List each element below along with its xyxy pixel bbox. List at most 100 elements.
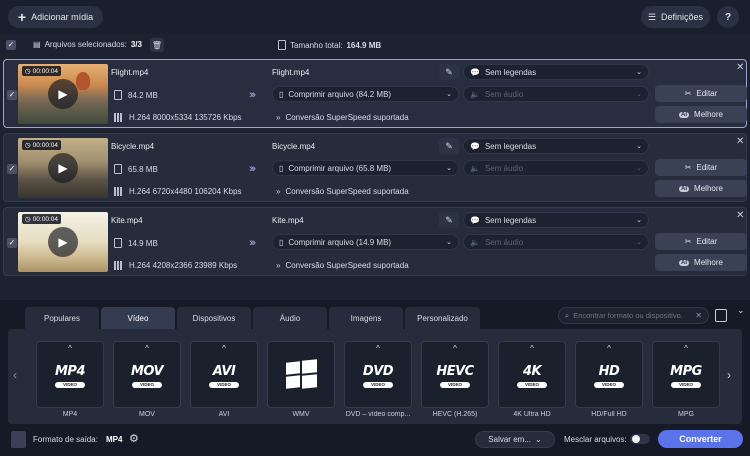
play-icon[interactable]: ▶ <box>48 227 78 257</box>
edit-button[interactable]: ✂ Editar <box>655 233 747 250</box>
edit-button[interactable]: ✂ Editar <box>655 85 747 102</box>
format-tile-mp4[interactable]: ^ MP4 VIDEO <box>36 341 104 408</box>
format-search-field[interactable]: ⌕ ✕ <box>558 307 709 324</box>
superspeed-label: Conversão SuperSpeed suportada <box>285 187 409 196</box>
windows-logo-icon <box>286 359 318 390</box>
format-tile-4k[interactable]: ^ 4K VIDEO <box>498 341 566 408</box>
clear-icon[interactable]: ✕ <box>695 311 702 320</box>
chevron-up-icon: ^ <box>530 344 534 353</box>
trash-icon[interactable]: 🗑 <box>150 38 164 52</box>
edit-button[interactable]: ✂ Editar <box>655 159 747 176</box>
chevron-up-icon: ^ <box>376 344 380 353</box>
duration-badge: ◷ 00:00:04 <box>22 214 61 224</box>
format-tile-avi[interactable]: ^ AVI VIDEO <box>190 341 258 408</box>
output-file-name[interactable]: Bicycle.mp4 <box>272 142 315 151</box>
chevron-left-icon[interactable]: ‹ <box>13 368 17 382</box>
gear-icon[interactable]: ⚙ <box>129 432 139 445</box>
pencil-icon[interactable]: ✎ <box>439 64 459 80</box>
close-icon[interactable]: ✕ <box>736 210 744 221</box>
subtitles-value: Sem legendas <box>484 67 537 77</box>
enhance-button[interactable]: AI Melhore <box>655 106 747 123</box>
format-tile-hevc[interactable]: ^ HEVC VIDEO <box>421 341 489 408</box>
help-button[interactable]: ? <box>717 6 739 28</box>
duration-value: 00:00:04 <box>32 141 58 149</box>
video-thumbnail[interactable]: ◷ 00:00:04 ▶ <box>18 138 108 198</box>
row-checkbox[interactable]: ✓ <box>7 238 17 248</box>
convert-button[interactable]: Converter <box>658 430 743 448</box>
merge-files-label: Mesclar arquivos: <box>564 435 627 444</box>
audio-dropdown[interactable]: 🔈 Sem áudio ⌄ <box>463 86 649 102</box>
file-name: Kite.mp4 <box>111 216 143 225</box>
tab-populares[interactable]: Populares <box>25 307 99 329</box>
format-search-input[interactable] <box>573 311 684 320</box>
format-label: HD/Full HD <box>591 411 627 418</box>
selected-files-label: Arquivos selecionados: <box>44 40 127 49</box>
format-label: WMV <box>292 411 310 418</box>
play-icon[interactable]: ▶ <box>48 79 78 109</box>
subtitles-dropdown[interactable]: 💬 Sem legendas ⌄ <box>463 138 649 154</box>
format-sub: VIDEO <box>440 382 470 388</box>
compress-dropdown[interactable]: ▯ Comprimir arquivo (65.8 MB) ⌄ <box>272 160 459 176</box>
compress-value: Comprimir arquivo (65.8 MB) <box>288 163 392 173</box>
file-name: Bicycle.mp4 <box>111 142 155 151</box>
superspeed-info: » Conversão SuperSpeed suportada <box>276 261 409 270</box>
format-tile-hd[interactable]: ^ HD VIDEO <box>575 341 643 408</box>
scissors-icon: ✂ <box>684 163 692 172</box>
select-all-checkbox[interactable]: ✓ <box>6 40 16 50</box>
tab-personalizado[interactable]: Personalizado <box>405 307 480 329</box>
chevron-down-icon[interactable]: ⌄ <box>737 305 745 316</box>
format-label: MP4 <box>62 411 78 418</box>
pencil-icon[interactable]: ✎ <box>439 212 459 228</box>
chevron-right-icon[interactable]: › <box>727 368 731 382</box>
format-tile-wmv[interactable] <box>267 341 335 408</box>
enhance-button[interactable]: AI Melhore <box>655 180 747 197</box>
format-sub: VIDEO <box>132 382 162 388</box>
tab-dispositivos[interactable]: Dispositivos <box>177 307 251 329</box>
file-row[interactable]: ✓ ◷ 00:00:04 ▶ Bicycle.mp4 65.8 MB H.264 … <box>3 133 747 202</box>
video-thumbnail[interactable]: ◷ 00:00:04 ▶ <box>18 64 108 124</box>
chevron-down-icon: ⌄ <box>636 217 642 224</box>
video-thumbnail[interactable]: ◷ 00:00:04 ▶ <box>18 212 108 272</box>
pencil-icon[interactable]: ✎ <box>439 138 459 154</box>
speech-bubble-icon: 💬 <box>470 67 480 77</box>
superspeed-icon: » <box>276 187 281 196</box>
save-to-dropdown[interactable]: Salvar em... ⌄ <box>475 431 555 448</box>
tab-video[interactable]: Vídeo <box>101 307 175 329</box>
format-tile-dvd[interactable]: ^ DVD VIDEO <box>344 341 412 408</box>
edit-label: Editar <box>696 89 718 98</box>
settings-button[interactable]: ☰ Definições <box>641 6 710 28</box>
output-file-name[interactable]: Kite.mp4 <box>272 216 304 225</box>
format-tile-mov[interactable]: ^ MOV VIDEO <box>113 341 181 408</box>
subtitles-dropdown[interactable]: 💬 Sem legendas ⌄ <box>463 64 649 80</box>
row-checkbox[interactable]: ✓ <box>7 90 17 100</box>
file-row[interactable]: ✓ ◷ 00:00:04 ▶ Flight.mp4 84.2 MB H.264 8… <box>3 59 747 128</box>
file-size-info: 84.2 MB <box>114 90 158 100</box>
audio-value: Sem áudio <box>484 163 524 173</box>
file-row[interactable]: ✓ ◷ 00:00:04 ▶ Kite.mp4 14.9 MB H.264 420… <box>3 207 747 276</box>
row-checkbox[interactable]: ✓ <box>7 164 17 174</box>
speaker-icon: 🔈 <box>470 163 480 173</box>
close-icon[interactable]: ✕ <box>736 62 744 73</box>
format-label: MPG <box>678 411 694 418</box>
tab-audio[interactable]: Áudio <box>253 307 327 329</box>
duration-value: 00:00:04 <box>32 67 58 75</box>
format-sub: VIDEO <box>55 382 85 388</box>
audio-dropdown[interactable]: 🔈 Sem áudio ⌄ <box>463 160 649 176</box>
format-tile-mpg[interactable]: ^ MPG VIDEO <box>652 341 720 408</box>
tab-imagens[interactable]: Imagens <box>329 307 403 329</box>
compress-dropdown[interactable]: ▯ Comprimir arquivo (14.9 MB) ⌄ <box>272 234 459 250</box>
file-meta-info: H.264 4208x2366 23989 Kbps <box>114 261 237 270</box>
compress-dropdown[interactable]: ▯ Comprimir arquivo (84.2 MB) ⌄ <box>272 86 459 102</box>
file-meta: H.264 4208x2366 23989 Kbps <box>129 261 238 270</box>
compress-icon: ▯ <box>279 89 284 99</box>
enhance-button[interactable]: AI Melhore <box>655 254 747 271</box>
play-icon[interactable]: ▶ <box>48 153 78 183</box>
subtitles-dropdown[interactable]: 💬 Sem legendas ⌄ <box>463 212 649 228</box>
export-icon[interactable] <box>715 309 727 322</box>
file-size: 65.8 MB <box>128 164 158 174</box>
format-label: DVD – vídeo comp... <box>345 411 411 418</box>
add-media-button[interactable]: + Adicionar mídia <box>8 6 103 28</box>
output-file-name[interactable]: Flight.mp4 <box>272 68 309 77</box>
audio-dropdown[interactable]: 🔈 Sem áudio ⌄ <box>463 234 649 250</box>
close-icon[interactable]: ✕ <box>736 136 744 147</box>
